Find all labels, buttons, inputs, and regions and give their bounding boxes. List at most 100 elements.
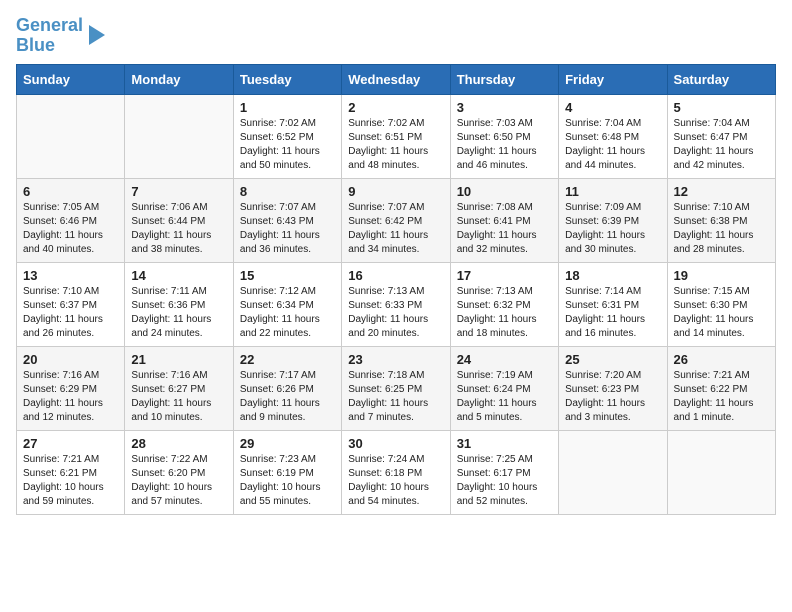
- day-number: 3: [457, 100, 552, 115]
- day-info: Sunrise: 7:13 AM Sunset: 6:33 PM Dayligh…: [348, 285, 443, 341]
- calendar-cell: 15Sunrise: 7:12 AM Sunset: 6:34 PM Dayli…: [233, 262, 341, 346]
- calendar-cell: 6 Sunrise: 7:05 AM Sunset: 6:46 PM Daylig…: [17, 178, 125, 262]
- calendar-cell: [17, 94, 125, 178]
- day-number: 26: [674, 352, 769, 367]
- day-info: Sunrise: 7:24 AM Sunset: 6:18 PM Dayligh…: [348, 453, 443, 509]
- calendar-cell: [667, 430, 775, 514]
- day-info: Sunrise: 7:07 AM Sunset: 6:42 PM Dayligh…: [348, 201, 443, 257]
- day-info: Sunrise: 7:02 AM Sunset: 6:51 PM Dayligh…: [348, 117, 443, 173]
- day-info: Sunrise: 7:15 AM Sunset: 6:30 PM Dayligh…: [674, 285, 769, 341]
- day-number: 9: [348, 184, 443, 199]
- calendar-cell: 21 Sunrise: 7:16 AM Sunset: 6:27 PM Dayli…: [125, 346, 233, 430]
- day-info: Sunrise: 7:13 AM Sunset: 6:32 PM Dayligh…: [457, 285, 552, 341]
- day-number: 7: [131, 184, 226, 199]
- calendar-cell: 11 Sunrise: 7:09 AM Sunset: 6:39 PM Dayli…: [559, 178, 667, 262]
- calendar-cell: 31 Sunrise: 7:25 AM Sunset: 6:17 PM Dayli…: [450, 430, 558, 514]
- day-info: Sunrise: 7:16 AM Sunset: 6:27 PM Dayligh…: [131, 369, 226, 425]
- header-sunday: Sunday: [17, 64, 125, 94]
- day-info: Sunrise: 7:18 AM Sunset: 6:25 PM Dayligh…: [348, 369, 443, 425]
- day-info: Sunrise: 7:05 AM Sunset: 6:46 PM Dayligh…: [23, 201, 118, 257]
- day-info: Sunrise: 7:10 AM Sunset: 6:38 PM Dayligh…: [674, 201, 769, 257]
- day-number: 19: [674, 268, 769, 283]
- day-number: 21: [131, 352, 226, 367]
- header-thursday: Thursday: [450, 64, 558, 94]
- calendar-cell: 13 Sunrise: 7:10 AM Sunset: 6:37 PM Dayli…: [17, 262, 125, 346]
- day-info: Sunrise: 7:14 AM Sunset: 6:31 PM Dayligh…: [565, 285, 660, 341]
- day-number: 18: [565, 268, 660, 283]
- day-number: 29: [240, 436, 335, 451]
- calendar-cell: 4 Sunrise: 7:04 AM Sunset: 6:48 PM Daylig…: [559, 94, 667, 178]
- page-header: General Blue: [16, 16, 776, 56]
- day-info: Sunrise: 7:22 AM Sunset: 6:20 PM Dayligh…: [131, 453, 226, 509]
- calendar-cell: 18 Sunrise: 7:14 AM Sunset: 6:31 PM Dayli…: [559, 262, 667, 346]
- day-number: 20: [23, 352, 118, 367]
- day-info: Sunrise: 7:17 AM Sunset: 6:26 PM Dayligh…: [240, 369, 335, 425]
- calendar-cell: 26 Sunrise: 7:21 AM Sunset: 6:22 PM Dayli…: [667, 346, 775, 430]
- calendar-cell: 12 Sunrise: 7:10 AM Sunset: 6:38 PM Dayli…: [667, 178, 775, 262]
- logo-text: General Blue: [16, 16, 83, 56]
- calendar-cell: 24Sunrise: 7:19 AM Sunset: 6:24 PM Dayli…: [450, 346, 558, 430]
- header-saturday: Saturday: [667, 64, 775, 94]
- day-info: Sunrise: 7:21 AM Sunset: 6:22 PM Dayligh…: [674, 369, 769, 425]
- calendar-cell: 8Sunrise: 7:07 AM Sunset: 6:43 PM Daylig…: [233, 178, 341, 262]
- day-info: Sunrise: 7:02 AM Sunset: 6:52 PM Dayligh…: [240, 117, 335, 173]
- day-number: 11: [565, 184, 660, 199]
- header-monday: Monday: [125, 64, 233, 94]
- day-number: 24: [457, 352, 552, 367]
- calendar-cell: [559, 430, 667, 514]
- calendar-cell: 17 Sunrise: 7:13 AM Sunset: 6:32 PM Dayli…: [450, 262, 558, 346]
- day-info: Sunrise: 7:09 AM Sunset: 6:39 PM Dayligh…: [565, 201, 660, 257]
- day-number: 8: [240, 184, 335, 199]
- logo: General Blue: [16, 16, 105, 56]
- day-number: 30: [348, 436, 443, 451]
- day-number: 6: [23, 184, 118, 199]
- header-friday: Friday: [559, 64, 667, 94]
- calendar-cell: 22 Sunrise: 7:17 AM Sunset: 6:26 PM Dayli…: [233, 346, 341, 430]
- day-number: 13: [23, 268, 118, 283]
- logo-blue: Blue: [16, 35, 55, 55]
- header-tuesday: Tuesday: [233, 64, 341, 94]
- calendar-week-2: 6 Sunrise: 7:05 AM Sunset: 6:46 PM Daylig…: [17, 178, 776, 262]
- day-info: Sunrise: 7:21 AM Sunset: 6:21 PM Dayligh…: [23, 453, 118, 509]
- calendar-cell: 20Sunrise: 7:16 AM Sunset: 6:29 PM Dayli…: [17, 346, 125, 430]
- day-info: Sunrise: 7:11 AM Sunset: 6:36 PM Dayligh…: [131, 285, 226, 341]
- calendar-cell: 19 Sunrise: 7:15 AM Sunset: 6:30 PM Dayli…: [667, 262, 775, 346]
- header-wednesday: Wednesday: [342, 64, 450, 94]
- day-number: 1: [240, 100, 335, 115]
- calendar-week-5: 27 Sunrise: 7:21 AM Sunset: 6:21 PM Dayli…: [17, 430, 776, 514]
- day-number: 4: [565, 100, 660, 115]
- day-number: 10: [457, 184, 552, 199]
- day-number: 22: [240, 352, 335, 367]
- calendar-cell: 28 Sunrise: 7:22 AM Sunset: 6:20 PM Dayli…: [125, 430, 233, 514]
- calendar-cell: 9 Sunrise: 7:07 AM Sunset: 6:42 PM Daylig…: [342, 178, 450, 262]
- day-number: 12: [674, 184, 769, 199]
- calendar-week-4: 20Sunrise: 7:16 AM Sunset: 6:29 PM Dayli…: [17, 346, 776, 430]
- calendar-cell: 29Sunrise: 7:23 AM Sunset: 6:19 PM Dayli…: [233, 430, 341, 514]
- calendar-cell: 30 Sunrise: 7:24 AM Sunset: 6:18 PM Dayli…: [342, 430, 450, 514]
- calendar-week-3: 13 Sunrise: 7:10 AM Sunset: 6:37 PM Dayli…: [17, 262, 776, 346]
- calendar-table: SundayMondayTuesdayWednesdayThursdayFrid…: [16, 64, 776, 515]
- calendar-week-1: 1 Sunrise: 7:02 AM Sunset: 6:52 PM Daylig…: [17, 94, 776, 178]
- day-info: Sunrise: 7:08 AM Sunset: 6:41 PM Dayligh…: [457, 201, 552, 257]
- day-number: 23: [348, 352, 443, 367]
- day-number: 5: [674, 100, 769, 115]
- day-number: 31: [457, 436, 552, 451]
- calendar-header-row: SundayMondayTuesdayWednesdayThursdayFrid…: [17, 64, 776, 94]
- calendar-cell: 14Sunrise: 7:11 AM Sunset: 6:36 PM Dayli…: [125, 262, 233, 346]
- logo-general: General: [16, 15, 83, 35]
- day-info: Sunrise: 7:25 AM Sunset: 6:17 PM Dayligh…: [457, 453, 552, 509]
- day-info: Sunrise: 7:10 AM Sunset: 6:37 PM Dayligh…: [23, 285, 118, 341]
- day-number: 27: [23, 436, 118, 451]
- day-number: 25: [565, 352, 660, 367]
- day-number: 28: [131, 436, 226, 451]
- day-info: Sunrise: 7:04 AM Sunset: 6:48 PM Dayligh…: [565, 117, 660, 173]
- calendar-cell: 23 Sunrise: 7:18 AM Sunset: 6:25 PM Dayli…: [342, 346, 450, 430]
- calendar-cell: 3Sunrise: 7:03 AM Sunset: 6:50 PM Daylig…: [450, 94, 558, 178]
- logo-arrow-icon: [89, 25, 105, 45]
- calendar-cell: 1 Sunrise: 7:02 AM Sunset: 6:52 PM Daylig…: [233, 94, 341, 178]
- day-info: Sunrise: 7:04 AM Sunset: 6:47 PM Dayligh…: [674, 117, 769, 173]
- calendar-cell: [125, 94, 233, 178]
- day-number: 17: [457, 268, 552, 283]
- calendar-cell: 7Sunrise: 7:06 AM Sunset: 6:44 PM Daylig…: [125, 178, 233, 262]
- calendar-cell: 16Sunrise: 7:13 AM Sunset: 6:33 PM Dayli…: [342, 262, 450, 346]
